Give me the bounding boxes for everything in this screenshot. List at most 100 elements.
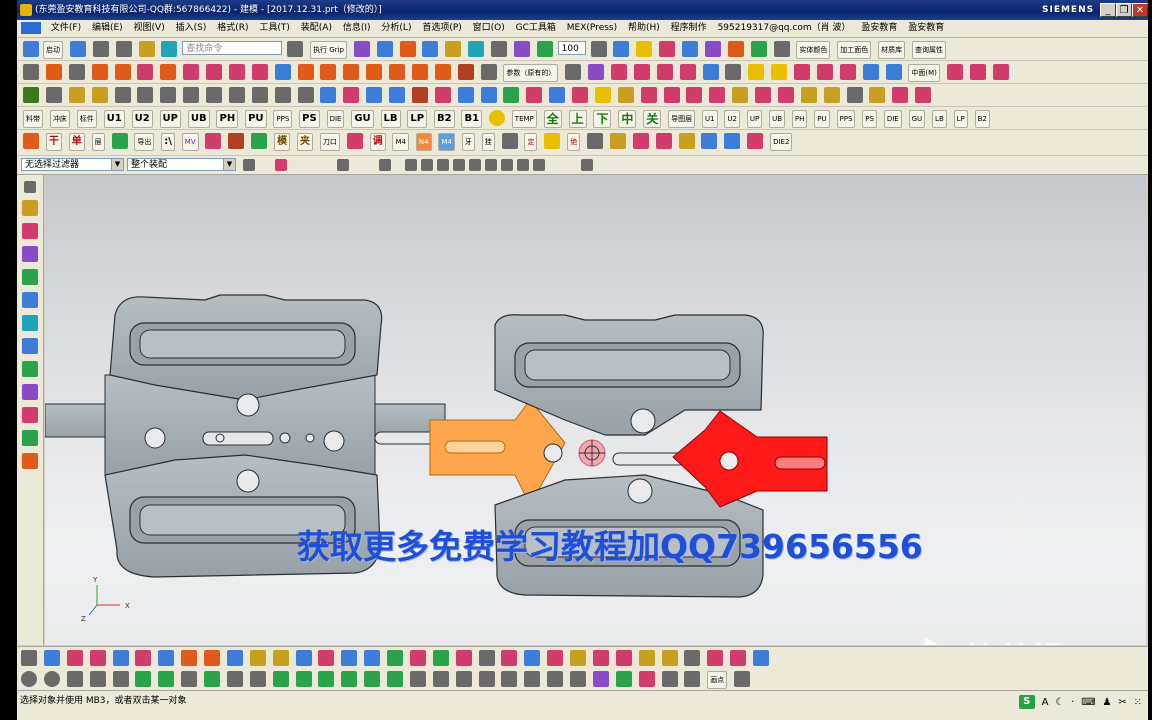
part-1-hole-0[interactable] — [236, 393, 260, 417]
up-move-button[interactable]: UP — [746, 110, 763, 128]
gu-button[interactable]: GU — [351, 110, 374, 128]
replace-face-icon[interactable] — [679, 64, 696, 80]
solid-color-button[interactable]: 实体颜色 — [796, 41, 831, 59]
trimmed-sheet-icon[interactable] — [249, 650, 266, 666]
runner-icon[interactable] — [457, 87, 474, 103]
pin-icon[interactable] — [869, 87, 886, 103]
on-curve-icon[interactable] — [517, 159, 529, 171]
calculator-icon[interactable] — [734, 671, 751, 687]
red-slot[interactable] — [774, 456, 826, 470]
blend-icon[interactable] — [206, 64, 222, 80]
zoom-field[interactable]: 100 — [557, 41, 586, 55]
pen-icon[interactable] — [587, 133, 604, 149]
ruler2-icon[interactable] — [724, 133, 741, 149]
lb-button[interactable]: LB — [380, 110, 401, 128]
moon-icon[interactable]: ☾ — [1055, 697, 1064, 708]
die2-button[interactable]: DIE2 — [770, 133, 793, 151]
hang-button[interactable]: 挂 — [481, 133, 495, 151]
menu-window[interactable]: 窗口(O) — [469, 20, 509, 37]
export-icon[interactable] — [111, 133, 128, 149]
delete-face-icon[interactable] — [725, 64, 742, 80]
b2-move-button[interactable]: B2 — [974, 110, 990, 128]
l-shape-icon[interactable] — [570, 671, 586, 687]
s-app-icon[interactable]: S — [1018, 695, 1035, 709]
reuse-library-icon[interactable] — [22, 269, 38, 285]
undo-icon[interactable] — [92, 41, 109, 57]
ub-move-button[interactable]: UB — [769, 110, 786, 128]
quick-board-icon[interactable] — [655, 133, 672, 149]
top-button[interactable]: 上 — [568, 110, 587, 128]
restore-button[interactable]: ❐ — [1116, 3, 1132, 17]
profile-icon[interactable] — [21, 650, 37, 666]
hammer-icon[interactable] — [68, 87, 85, 103]
ejector-icon[interactable] — [389, 87, 405, 103]
knife-edge-button[interactable]: 刀口 — [319, 133, 340, 151]
redo-icon[interactable] — [115, 41, 132, 57]
shell-icon[interactable] — [274, 64, 291, 80]
menu-insert[interactable]: 插入(S) — [172, 20, 211, 37]
strip-layout-model[interactable]: X Y Z — [45, 175, 1146, 645]
plus-icon[interactable] — [251, 133, 268, 149]
command-search-input[interactable]: 查找命令 — [182, 41, 283, 55]
draft-icon[interactable] — [946, 64, 963, 80]
revolve-icon[interactable] — [160, 64, 177, 80]
mid-board-icon[interactable] — [678, 133, 695, 149]
menu-yingan-1[interactable]: 盈安教育 — [857, 20, 901, 37]
extrude-icon[interactable] — [137, 64, 154, 80]
wrap-icon[interactable] — [455, 650, 472, 666]
contour-flange-icon[interactable] — [615, 650, 632, 666]
bracket-icon[interactable] — [181, 671, 198, 687]
green-line-icon[interactable] — [135, 671, 152, 687]
unform-icon[interactable] — [524, 650, 541, 666]
global-shaping-icon[interactable] — [547, 650, 564, 666]
plate-icon[interactable] — [755, 87, 771, 103]
extend-curve-icon[interactable] — [434, 64, 451, 80]
arc-three-point-icon[interactable] — [89, 671, 106, 687]
studio-spline-icon[interactable] — [66, 650, 83, 666]
endpoint-icon[interactable] — [405, 159, 417, 171]
green-diagonal-icon[interactable] — [158, 671, 175, 687]
cross-icon[interactable] — [205, 133, 222, 149]
u1-button[interactable]: U1 — [103, 110, 125, 128]
gold-box-icon[interactable] — [732, 87, 749, 103]
process-studio-icon[interactable] — [22, 384, 38, 400]
layer-icon[interactable] — [590, 41, 607, 57]
ime-label[interactable]: A — [1042, 697, 1049, 708]
gate-icon[interactable] — [434, 87, 451, 103]
part-1-hole-2[interactable] — [279, 432, 291, 444]
divide-curve-icon[interactable] — [411, 64, 428, 80]
settings-icon[interactable] — [24, 181, 36, 193]
box-select-icon[interactable] — [524, 671, 541, 687]
slider-icon[interactable] — [343, 87, 360, 103]
cube-icon[interactable] — [422, 41, 439, 57]
type-filter-select[interactable]: 无选择过滤器 ▼ — [21, 158, 124, 171]
tangent-icon[interactable] — [453, 159, 465, 171]
fillet-sketch-icon[interactable] — [226, 671, 243, 687]
menu-analysis[interactable]: 分析(L) — [377, 20, 415, 37]
layout-icon[interactable] — [376, 41, 393, 57]
strip-button[interactable]: 料带 — [23, 110, 43, 128]
green-s-icon[interactable] — [615, 671, 632, 687]
pocket-icon[interactable] — [572, 87, 588, 103]
absolute-button[interactable]: 绝 — [567, 133, 581, 151]
single-button[interactable]: 单 — [68, 133, 85, 151]
subtract-icon[interactable] — [588, 64, 605, 80]
screw-icon[interactable] — [846, 87, 863, 103]
mirror-sketch-icon[interactable] — [318, 671, 335, 687]
styled-blend-icon[interactable] — [318, 650, 335, 666]
offset-surface-icon[interactable] — [295, 650, 312, 666]
grid-dots-icon[interactable]: ⁙ — [1134, 697, 1142, 708]
gear-icon[interactable] — [243, 159, 255, 171]
menu-assembly[interactable]: 装配(A) — [297, 20, 336, 37]
zoom-icon[interactable] — [206, 87, 222, 103]
mirror-icon[interactable] — [969, 64, 986, 80]
part-1-hole-5[interactable] — [215, 433, 225, 443]
menu-tools[interactable]: 工具(T) — [255, 20, 294, 37]
grid-icon[interactable] — [353, 41, 370, 57]
punch-icon[interactable] — [777, 87, 794, 103]
u2-button[interactable]: U2 — [131, 110, 153, 128]
select-box-icon[interactable] — [337, 159, 349, 171]
b2-button[interactable]: B2 — [433, 110, 455, 128]
make-corner-icon[interactable] — [501, 671, 518, 687]
line-icon[interactable] — [45, 64, 62, 80]
